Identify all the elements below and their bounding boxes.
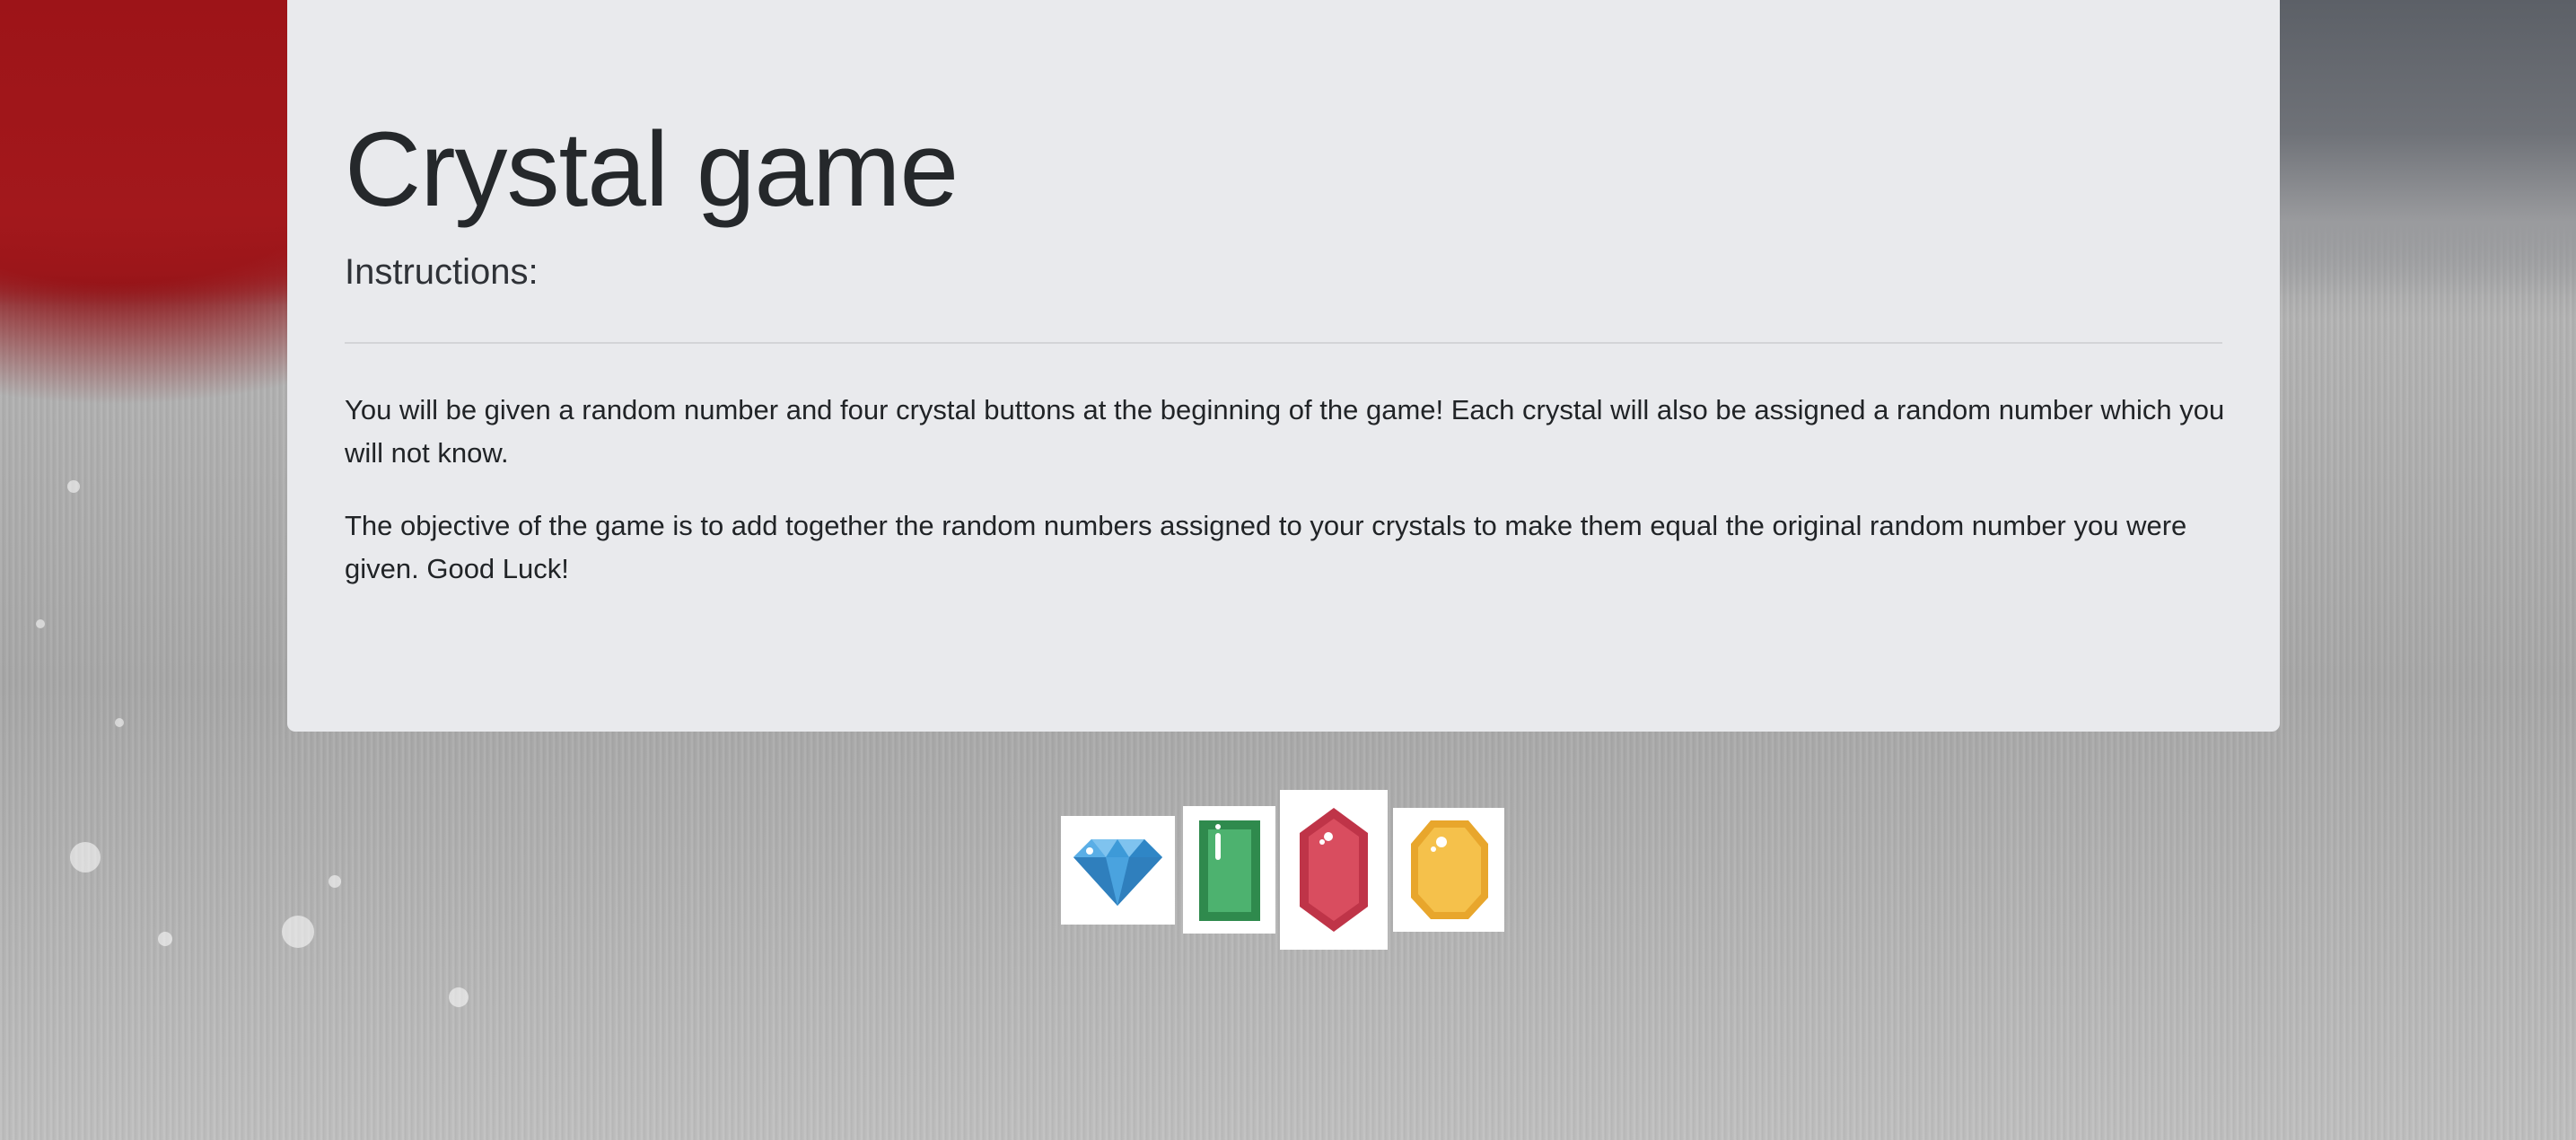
background-speck — [282, 916, 314, 948]
crystal-button-red[interactable] — [1280, 790, 1388, 950]
background-red-paint — [0, 0, 296, 305]
game-page: { "jumbotron": { "title": "Crystal game"… — [0, 0, 2576, 1140]
background-speck — [449, 987, 469, 1007]
crystal-buttons — [1061, 790, 1510, 951]
background-dark-paint — [2280, 0, 2576, 296]
instructions-heading: Instructions: — [345, 252, 539, 292]
green-emerald-icon — [1199, 820, 1260, 921]
red-ruby-icon — [1300, 808, 1368, 932]
instructions-panel: Crystal game Instructions: You will be g… — [287, 0, 2280, 732]
background-speck — [67, 480, 80, 493]
background-speck — [36, 619, 45, 628]
crystal-button-blue[interactable] — [1061, 816, 1175, 925]
instructions-paragraph: The objective of the game is to add toge… — [345, 510, 2187, 584]
background-speck — [70, 842, 101, 873]
background-speck — [329, 875, 341, 888]
crystal-button-green[interactable] — [1183, 806, 1275, 934]
background-speck — [115, 718, 124, 727]
instructions-paragraph: You will be given a random number and fo… — [345, 394, 2225, 469]
divider — [345, 342, 2222, 344]
blue-diamond-icon — [1073, 839, 1162, 906]
crystal-button-yellow[interactable] — [1393, 808, 1504, 932]
yellow-topaz-icon — [1411, 820, 1488, 919]
background-speck — [158, 932, 172, 946]
page-title: Crystal game — [345, 110, 959, 229]
